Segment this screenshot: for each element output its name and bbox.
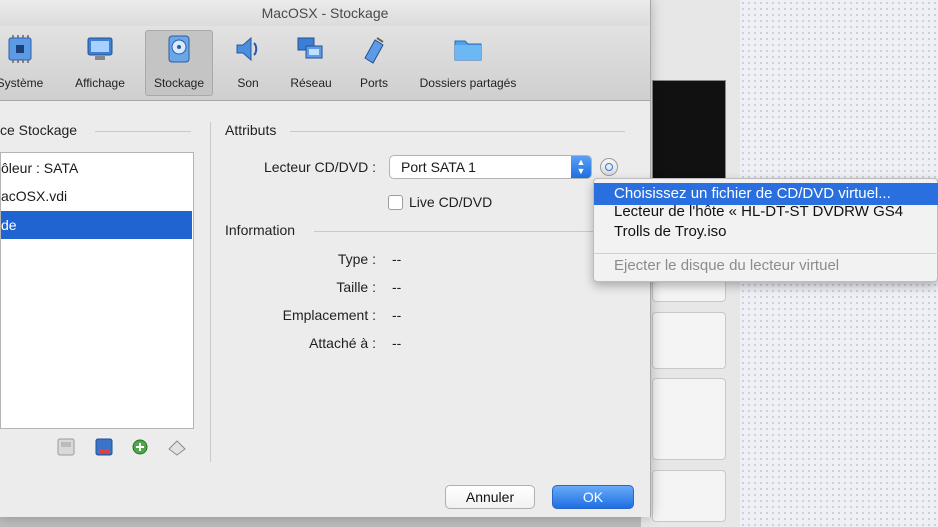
background-panel [652,378,726,460]
live-cd-label: Live CD/DVD [409,194,493,210]
menu-item-eject[interactable]: Ejecter le disque du lecteur virtuel [594,255,938,277]
tree-item-controller[interactable]: ôleur : SATA [1,154,192,182]
tab-sound[interactable]: Son [228,30,268,96]
information-title: Information [225,222,296,238]
panel-divider [210,122,211,462]
tab-system[interactable]: Système [0,30,48,96]
background-panel [652,470,726,522]
display-monitor-icon [87,37,113,60]
choose-disc-icon[interactable] [600,158,618,176]
menu-item-iso-file[interactable]: Trolls de Troy.iso [594,221,938,243]
live-cd-checkbox[interactable] [388,195,403,210]
background-panel [652,312,726,369]
storage-tree-title: ce Stockage [0,122,78,138]
divider [290,131,625,132]
chevron-updown-icon: ▲ ▼ [571,156,591,178]
cancel-button[interactable]: Annuler [445,485,535,509]
add-controller-icon[interactable] [55,436,77,458]
tab-display[interactable]: Affichage [68,30,132,96]
info-label-attached: Attaché à : [309,335,376,351]
remove-attachment-icon[interactable] [166,436,188,458]
info-label-location: Emplacement : [282,307,376,323]
tab-shared-folders[interactable]: Dossiers partagés [410,30,526,96]
storage-tree[interactable]: ôleur : SATA acOSX.vdi de [0,152,194,429]
settings-toolbar: Système Affichage Stockage Son Réseau Po… [0,26,650,101]
divider [95,131,191,132]
drive-popup-menu: Choisissez un fichier de CD/DVD virtuel.… [593,178,938,282]
attributes-title: Attributs [225,122,277,138]
tree-item-vdi[interactable]: acOSX.vdi [1,182,192,210]
speaker-icon [236,36,258,62]
tab-network[interactable]: Réseau [284,30,338,96]
add-attachment-icon[interactable] [130,436,152,458]
menu-item-host-drive[interactable]: Lecteur de l'hôte « HL-DT-ST DVDRW GS4 [594,201,938,223]
background-preview [652,80,726,192]
system-chip-icon [8,35,32,63]
window-title: MacOSX - Stockage [0,0,650,26]
storage-disk-icon [168,35,190,63]
info-label-size: Taille : [336,279,376,295]
ports-icon [364,37,384,64]
info-value-location: -- [392,307,402,323]
tab-storage[interactable]: Stockage [145,30,213,96]
settings-dialog: MacOSX - Stockage Système Affichage Stoc… [0,0,651,517]
background-bar [0,517,640,527]
remove-controller-icon[interactable] [93,436,115,458]
tab-ports[interactable]: Ports [352,30,396,96]
info-value-attached: -- [392,335,402,351]
divider [314,231,625,232]
drive-label: Lecteur CD/DVD : [263,159,376,175]
info-value-type: -- [392,251,402,267]
info-label-type: Type : [337,251,376,267]
tree-item-empty-drive[interactable]: de [1,211,192,239]
shared-folder-icon [454,40,482,61]
network-icon [297,37,323,59]
info-value-size: -- [392,279,402,295]
ok-button[interactable]: OK [552,485,634,509]
drive-port-select[interactable]: Port SATA 1 ▲ ▼ [389,155,592,179]
menu-separator [594,253,938,254]
